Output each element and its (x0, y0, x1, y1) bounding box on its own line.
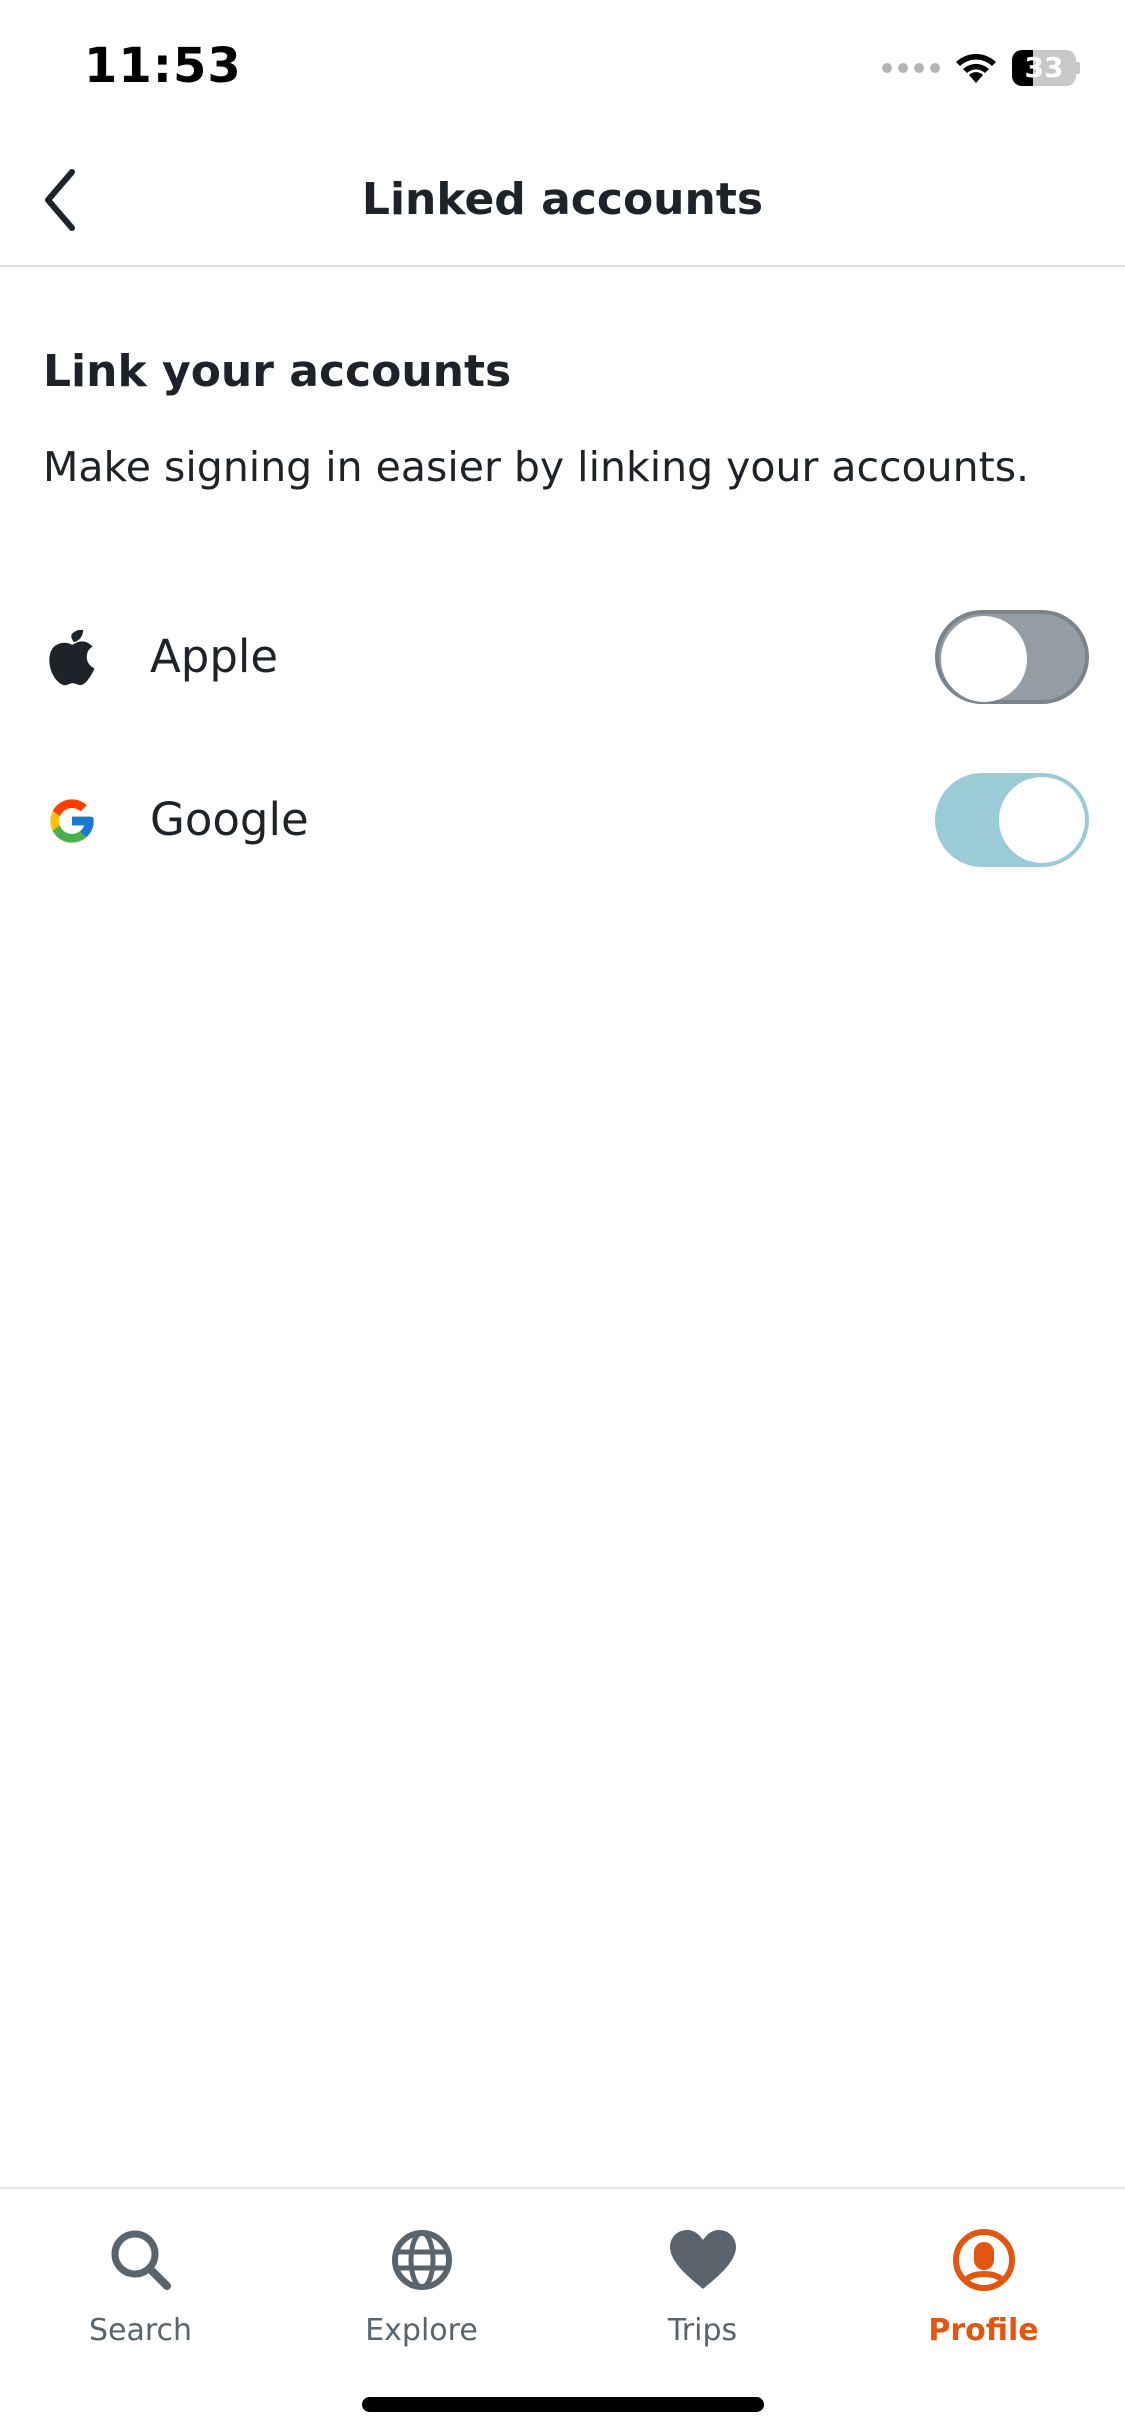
account-row-google: Google (0, 755, 1125, 885)
globe-icon (386, 2224, 458, 2296)
heart-icon (667, 2224, 739, 2296)
tab-explore[interactable]: Explore (281, 2209, 562, 2359)
cellular-signal-icon (882, 63, 940, 73)
battery-level: 33 (1024, 51, 1064, 84)
home-indicator[interactable] (362, 2397, 764, 2412)
google-logo-icon (44, 793, 100, 849)
section-title: Link your accounts (43, 346, 512, 397)
profile-icon (948, 2224, 1020, 2296)
tab-label-trips: Trips (667, 2313, 738, 2348)
tab-search[interactable]: Search (0, 2209, 281, 2359)
battery-icon: 33 (1012, 50, 1080, 86)
account-row-apple: Apple (0, 592, 1125, 722)
wifi-icon (956, 54, 996, 83)
google-link-toggle[interactable] (935, 773, 1089, 867)
status-time: 11:53 (84, 38, 242, 94)
toggle-knob (941, 616, 1027, 702)
tab-label-profile: Profile (928, 2313, 1039, 2348)
nav-header: Linked accounts (0, 135, 1125, 267)
apple-logo-icon (44, 630, 100, 686)
tab-trips[interactable]: Trips (562, 2209, 843, 2359)
account-label-google: Google (150, 793, 309, 846)
linked-accounts-screen: 11:53 33 Linked accounts Link your accou… (0, 0, 1125, 2436)
tab-label-explore: Explore (365, 2313, 478, 2348)
status-indicators: 33 (882, 48, 1080, 88)
page-title: Linked accounts (361, 174, 764, 225)
back-button[interactable] (22, 162, 98, 238)
tab-label-search: Search (88, 2313, 193, 2348)
account-label-apple: Apple (150, 630, 279, 683)
status-bar: 11:53 33 (0, 0, 1125, 135)
section-description: Make signing in easier by linking your a… (43, 443, 1030, 491)
tab-profile[interactable]: Profile (843, 2209, 1124, 2359)
search-icon (105, 2224, 177, 2296)
toggle-knob (999, 777, 1085, 863)
apple-link-toggle[interactable] (935, 610, 1089, 704)
chevron-left-icon (45, 169, 75, 231)
